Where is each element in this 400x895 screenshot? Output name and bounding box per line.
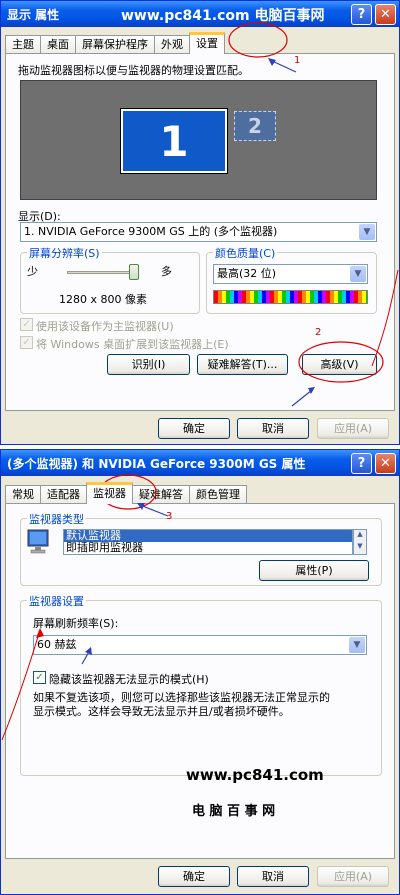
watermark-url: www.pc841.com xyxy=(186,766,324,784)
annotation-step-1: 1 xyxy=(294,55,301,66)
monitor-1-number: 1 xyxy=(159,116,189,166)
title-bar[interactable]: 显示 属性 www.pc841.com 电脑百事网 ? ✕ xyxy=(1,1,399,27)
resolution-less-label: 少 xyxy=(27,265,38,278)
cancel-button[interactable]: 取消 xyxy=(237,418,309,439)
chevron-down-icon[interactable]: ▼ xyxy=(359,224,375,240)
troubleshoot-button[interactable]: 疑难解答(T)... xyxy=(197,354,288,375)
tab-settings[interactable]: 设置 xyxy=(189,32,225,54)
display-properties-dialog: 显示 属性 www.pc841.com 电脑百事网 ? ✕ 主题 桌面 屏幕保护… xyxy=(0,0,400,445)
color-spectrum-bar xyxy=(213,290,368,304)
hide-modes-description-line2: 显示模式。这样会导致无法显示并且/或者损坏硬件。 xyxy=(33,705,290,718)
monitor-1-icon[interactable]: 1 xyxy=(120,108,228,174)
color-quality-select[interactable]: 最高(32 位) ▼ xyxy=(213,264,368,284)
instruction-text: 拖动监视器图标以便与监视器的物理设置匹配。 xyxy=(18,64,249,77)
tab-screensaver[interactable]: 屏幕保护程序 xyxy=(75,35,155,54)
watermark-site-name: 电 脑 百 事 网 xyxy=(192,804,276,819)
tab-adapter[interactable]: 适配器 xyxy=(40,485,87,504)
monitor-type-group: 监视器类型 默认监视器 即插即用监视器 ▲ ▼ 属性(P) xyxy=(20,511,382,586)
primary-monitor-checkbox[interactable]: ✓ xyxy=(20,318,33,331)
scroll-up-icon[interactable]: ▲ xyxy=(354,530,366,542)
monitor-2-icon[interactable]: 2 xyxy=(234,111,276,141)
tab-appearance[interactable]: 外观 xyxy=(154,35,190,54)
display-select-value: 1. NVIDIA GeForce 9300M GS 上的 (多个监视器) xyxy=(24,225,278,238)
identify-button[interactable]: 识别(I) xyxy=(107,354,190,375)
color-quality-group: 颜色质量(C) 最高(32 位) ▼ xyxy=(206,245,377,314)
advanced-button[interactable]: 高级(V) xyxy=(302,354,377,375)
color-quality-group-label: 颜色质量(C) xyxy=(213,245,278,261)
resolution-value: 1280 x 800 像素 xyxy=(59,293,147,306)
watermark-text: www.pc841.com 电脑百事网 xyxy=(121,8,325,24)
tab-desktop[interactable]: 桌面 xyxy=(40,35,76,54)
window-title: (多个监视器) 和 NVIDIA GeForce 9300M GS 属性 xyxy=(7,457,306,471)
refresh-rate-select[interactable]: 60 赫兹 ▼ xyxy=(33,635,367,655)
color-quality-value: 最高(32 位) xyxy=(217,267,277,280)
list-item[interactable]: 即插即用监视器 xyxy=(64,542,352,554)
tab-monitor[interactable]: 监视器 xyxy=(86,482,133,504)
apply-button[interactable]: 应用(A) xyxy=(317,418,389,439)
tab-strip: 主题 桌面 屏幕保护程序 外观 设置 xyxy=(5,32,225,54)
tab-troubleshoot[interactable]: 疑难解答 xyxy=(132,485,190,504)
refresh-rate-value: 60 赫兹 xyxy=(37,638,77,651)
apply-button[interactable]: 应用(A) xyxy=(317,866,389,887)
window-title: 显示 属性 xyxy=(7,8,60,22)
resolution-group-label: 屏幕分辨率(S) xyxy=(27,245,102,261)
help-button[interactable]: ? xyxy=(351,453,372,474)
monitor-settings-group-label: 监视器设置 xyxy=(27,593,86,609)
monitor-properties-dialog: (多个监视器) 和 NVIDIA GeForce 9300M GS 属性 ? ✕… xyxy=(0,449,400,895)
tab-themes[interactable]: 主题 xyxy=(5,35,41,54)
tab-strip: 常规 适配器 监视器 疑难解答 颜色管理 xyxy=(5,482,247,504)
extend-desktop-label: 将 Windows 桌面扩展到该监视器上(E) xyxy=(36,338,229,351)
close-button[interactable]: ✕ xyxy=(375,4,396,25)
ok-button[interactable]: 确定 xyxy=(158,866,230,887)
monitor-properties-button[interactable]: 属性(P) xyxy=(259,560,369,581)
resolution-slider-thumb[interactable] xyxy=(129,264,139,280)
close-button[interactable]: ✕ xyxy=(375,453,396,474)
ok-button[interactable]: 确定 xyxy=(158,418,230,439)
tab-color-management[interactable]: 颜色管理 xyxy=(189,485,247,504)
resolution-more-label: 多 xyxy=(161,265,172,278)
help-button[interactable]: ? xyxy=(351,4,372,25)
chevron-down-icon[interactable]: ▼ xyxy=(349,637,365,653)
monitor-settings-group: 监视器设置 屏幕刷新频率(S): 60 赫兹 ▼ ✓ 隐藏该监视器无法显示的模式… xyxy=(20,593,382,776)
hide-modes-label: 隐藏该监视器无法显示的模式(H) xyxy=(49,673,209,686)
chevron-down-icon[interactable]: ▼ xyxy=(350,266,366,282)
tab-general[interactable]: 常规 xyxy=(5,485,41,504)
monitor-arrangement-preview[interactable]: 1 2 xyxy=(20,80,377,200)
annotation-step-2: 2 xyxy=(315,327,322,338)
title-bar[interactable]: (多个监视器) 和 NVIDIA GeForce 9300M GS 属性 ? ✕ xyxy=(1,450,399,476)
monitor-panel: 监视器类型 默认监视器 即插即用监视器 ▲ ▼ 属性(P) 监视器设置 屏幕刷新… xyxy=(5,503,395,859)
monitor-type-group-label: 监视器类型 xyxy=(27,511,86,527)
cancel-button[interactable]: 取消 xyxy=(237,866,309,887)
scroll-down-icon[interactable]: ▼ xyxy=(354,542,366,554)
primary-monitor-label: 使用该设备作为主监视器(U) xyxy=(36,320,174,333)
monitor-type-list[interactable]: 默认监视器 即插即用监视器 xyxy=(63,529,353,555)
settings-panel: 拖动监视器图标以便与监视器的物理设置匹配。 1 2 显示(D): 1. NVID… xyxy=(5,53,395,411)
list-scrollbar[interactable]: ▲ ▼ xyxy=(353,529,367,555)
extend-desktop-checkbox[interactable]: ✓ xyxy=(20,336,33,349)
monitor-2-number: 2 xyxy=(248,114,262,138)
hide-modes-checkbox[interactable]: ✓ xyxy=(33,671,46,684)
monitor-icon xyxy=(27,529,49,555)
resolution-group: 屏幕分辨率(S) 少 多 1280 x 800 像素 xyxy=(20,245,200,314)
display-select[interactable]: 1. NVIDIA GeForce 9300M GS 上的 (多个监视器) ▼ xyxy=(20,222,377,242)
refresh-rate-label: 屏幕刷新频率(S): xyxy=(33,617,119,630)
annotation-step-3: 3 xyxy=(166,511,173,522)
